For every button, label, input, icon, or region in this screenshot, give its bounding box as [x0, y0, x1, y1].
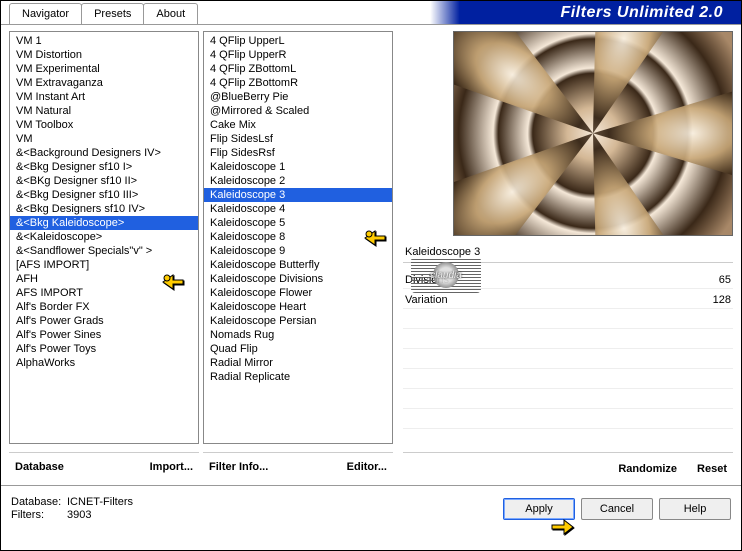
list-item[interactable]: &<Background Designers IV> — [10, 146, 198, 160]
param-row-empty: .. — [403, 311, 733, 329]
list-item[interactable]: Kaleidoscope 4 — [204, 202, 392, 216]
param-row-empty: .. — [403, 411, 733, 429]
dialog-buttons: Apply Cancel Help — [503, 498, 731, 520]
list-item[interactable]: &<Sandflower Specials"v" > — [10, 244, 198, 258]
preview-column: Kaleidoscope 3 Divisions65Variation128..… — [397, 31, 733, 481]
editor-button[interactable]: Editor... — [341, 457, 393, 477]
import-button[interactable]: Import... — [144, 457, 199, 477]
list-item[interactable]: Flip SidesLsf — [204, 132, 392, 146]
tab-about[interactable]: About — [143, 3, 198, 24]
param-value: 128 — [713, 294, 731, 306]
database-button[interactable]: Database — [9, 457, 70, 477]
list-item[interactable]: Alf's Border FX — [10, 300, 198, 314]
filter-column: 4 QFlip UpperL4 QFlip UpperR4 QFlip ZBot… — [203, 31, 393, 481]
param-value: 65 — [719, 274, 731, 286]
list-item[interactable]: &<Bkg Designer sf10 I> — [10, 160, 198, 174]
list-item[interactable]: VM 1 — [10, 34, 198, 48]
list-item[interactable]: VM Toolbox — [10, 118, 198, 132]
list-item[interactable]: Kaleidoscope 1 — [204, 160, 392, 174]
param-row-empty: .. — [403, 391, 733, 409]
category-list[interactable]: VM 1VM DistortionVM ExperimentalVM Extra… — [9, 31, 199, 444]
list-item[interactable]: Kaleidoscope 8 — [204, 230, 392, 244]
list-item[interactable]: &<Bkg Kaleidoscope> — [10, 216, 198, 230]
param-name: Variation — [405, 294, 448, 306]
status-filters-label: Filters: — [11, 509, 63, 521]
list-item[interactable]: Kaleidoscope 2 — [204, 174, 392, 188]
tab-presets[interactable]: Presets — [81, 3, 144, 24]
randomize-button[interactable]: Randomize — [612, 459, 683, 479]
list-item[interactable]: Alf's Power Sines — [10, 328, 198, 342]
list-item[interactable]: Radial Replicate — [204, 370, 392, 384]
list-item[interactable]: 4 QFlip ZBottomL — [204, 62, 392, 76]
list-item[interactable]: Kaleidoscope Persian — [204, 314, 392, 328]
status-db-value: ICNET-Filters — [67, 496, 133, 508]
reset-button[interactable]: Reset — [691, 459, 733, 479]
watermark: claudia — [411, 257, 481, 293]
list-item[interactable]: Kaleidoscope 9 — [204, 244, 392, 258]
list-item[interactable]: VM Experimental — [10, 62, 198, 76]
preview-image — [453, 31, 733, 236]
list-item[interactable]: [AFS IMPORT] — [10, 258, 198, 272]
list-item[interactable]: &<Kaleidoscope> — [10, 230, 198, 244]
list-item[interactable]: Flip SidesRsf — [204, 146, 392, 160]
list-item[interactable]: &<Bkg Designers sf10 IV> — [10, 202, 198, 216]
list-item[interactable]: @Mirrored & Scaled — [204, 104, 392, 118]
param-row-empty: .. — [403, 371, 733, 389]
list-item[interactable]: VM Extravaganza — [10, 76, 198, 90]
list-item[interactable]: Alf's Power Toys — [10, 342, 198, 356]
filter-buttons: Filter Info... Editor... — [203, 452, 393, 481]
list-item[interactable]: 4 QFlip UpperR — [204, 48, 392, 62]
list-item[interactable]: &<BKg Designer sf10 II> — [10, 174, 198, 188]
param-row[interactable]: Variation 128 — [403, 291, 733, 309]
list-item[interactable]: VM Instant Art — [10, 90, 198, 104]
list-item[interactable]: Kaleidoscope Butterfly — [204, 258, 392, 272]
preview-buttons: Randomize Reset — [403, 452, 733, 481]
param-row-empty: .. — [403, 331, 733, 349]
list-item[interactable]: Kaleidoscope Heart — [204, 300, 392, 314]
cancel-button[interactable]: Cancel — [581, 498, 653, 520]
help-button[interactable]: Help — [659, 498, 731, 520]
list-item[interactable]: @BlueBerry Pie — [204, 90, 392, 104]
list-item[interactable]: Nomads Rug — [204, 328, 392, 342]
list-item[interactable]: AFH — [10, 272, 198, 286]
list-item[interactable]: Quad Flip — [204, 342, 392, 356]
filter-list[interactable]: 4 QFlip UpperL4 QFlip UpperR4 QFlip ZBot… — [203, 31, 393, 444]
parameter-list: Divisions65Variation128............ — [403, 271, 733, 429]
list-item[interactable]: 4 QFlip ZBottomR — [204, 76, 392, 90]
footer: Database: ICNET-Filters Filters: 3903 Ap… — [1, 485, 741, 531]
list-item[interactable]: Alf's Power Grads — [10, 314, 198, 328]
list-item[interactable]: Cake Mix — [204, 118, 392, 132]
header: Navigator Presets About Filters Unlimite… — [1, 1, 741, 25]
list-item[interactable]: AlphaWorks — [10, 356, 198, 370]
tab-strip: Navigator Presets About — [1, 2, 197, 23]
list-item[interactable]: VM Distortion — [10, 48, 198, 62]
list-item[interactable]: &<Bkg Designer sf10 III> — [10, 188, 198, 202]
list-item[interactable]: VM Natural — [10, 104, 198, 118]
main-body: VM 1VM DistortionVM ExperimentalVM Extra… — [1, 25, 741, 485]
list-item[interactable]: Kaleidoscope Flower — [204, 286, 392, 300]
param-row-empty: .. — [403, 351, 733, 369]
filter-info-button[interactable]: Filter Info... — [203, 457, 274, 477]
list-item[interactable]: Kaleidoscope 5 — [204, 216, 392, 230]
app-title: Filters Unlimited 2.0 — [560, 4, 723, 22]
list-item[interactable]: Kaleidoscope 3 — [204, 188, 392, 202]
category-buttons: Database Import... — [9, 452, 199, 481]
category-column: VM 1VM DistortionVM ExperimentalVM Extra… — [9, 31, 199, 481]
list-item[interactable]: 4 QFlip UpperL — [204, 34, 392, 48]
status-db-label: Database: — [11, 496, 63, 508]
list-item[interactable]: VM — [10, 132, 198, 146]
list-item[interactable]: AFS IMPORT — [10, 286, 198, 300]
status-filters-value: 3903 — [67, 509, 91, 521]
tab-navigator[interactable]: Navigator — [9, 3, 82, 24]
status-area: Database: ICNET-Filters Filters: 3903 — [11, 496, 133, 521]
list-item[interactable]: Kaleidoscope Divisions — [204, 272, 392, 286]
list-item[interactable]: Radial Mirror — [204, 356, 392, 370]
apply-button[interactable]: Apply — [503, 498, 575, 520]
